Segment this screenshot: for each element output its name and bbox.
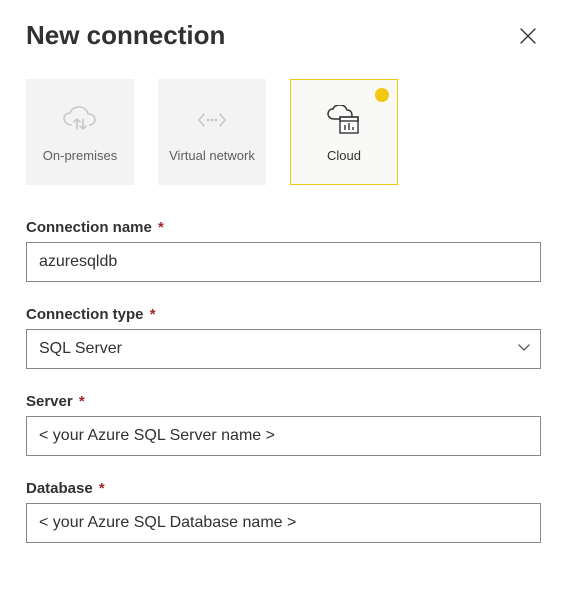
- required-marker: *: [99, 480, 105, 497]
- tile-virtual-network[interactable]: Virtual network: [158, 79, 266, 185]
- tile-label: Virtual network: [169, 148, 255, 164]
- connection-type-label: Connection type *: [26, 306, 541, 323]
- server-label: Server *: [26, 393, 541, 410]
- label-text: Connection type: [26, 306, 144, 323]
- cloud-db-icon: [326, 100, 362, 140]
- required-marker: *: [158, 219, 164, 236]
- field-connection-type: Connection type * SQL Server: [26, 306, 541, 369]
- field-server: Server *: [26, 393, 541, 456]
- tile-on-premises[interactable]: On-premises: [26, 79, 134, 185]
- selected-indicator-icon: [375, 88, 389, 102]
- server-input[interactable]: [26, 416, 541, 456]
- tile-label: On-premises: [43, 148, 117, 164]
- close-icon: [519, 27, 537, 45]
- required-marker: *: [79, 393, 85, 410]
- connection-type-select[interactable]: SQL Server: [26, 329, 541, 369]
- connection-name-input[interactable]: [26, 242, 541, 282]
- database-label: Database *: [26, 480, 541, 497]
- field-database: Database *: [26, 480, 541, 543]
- database-input[interactable]: [26, 503, 541, 543]
- field-connection-name: Connection name *: [26, 219, 541, 282]
- vnet-icon: [197, 100, 227, 140]
- new-connection-dialog: New connection On-premises: [0, 0, 567, 543]
- close-button[interactable]: [515, 23, 541, 49]
- required-marker: *: [150, 306, 156, 323]
- connection-kind-tiles: On-premises Virtual network: [26, 79, 541, 185]
- connection-name-label: Connection name *: [26, 219, 541, 236]
- dialog-title: New connection: [26, 20, 225, 51]
- tile-label: Cloud: [327, 148, 361, 164]
- label-text: Connection name: [26, 219, 152, 236]
- select-value: SQL Server: [26, 329, 541, 369]
- label-text: Server: [26, 393, 73, 410]
- cloud-sync-icon: [61, 100, 99, 140]
- label-text: Database: [26, 480, 93, 497]
- dialog-header: New connection: [26, 20, 541, 51]
- tile-cloud[interactable]: Cloud: [290, 79, 398, 185]
